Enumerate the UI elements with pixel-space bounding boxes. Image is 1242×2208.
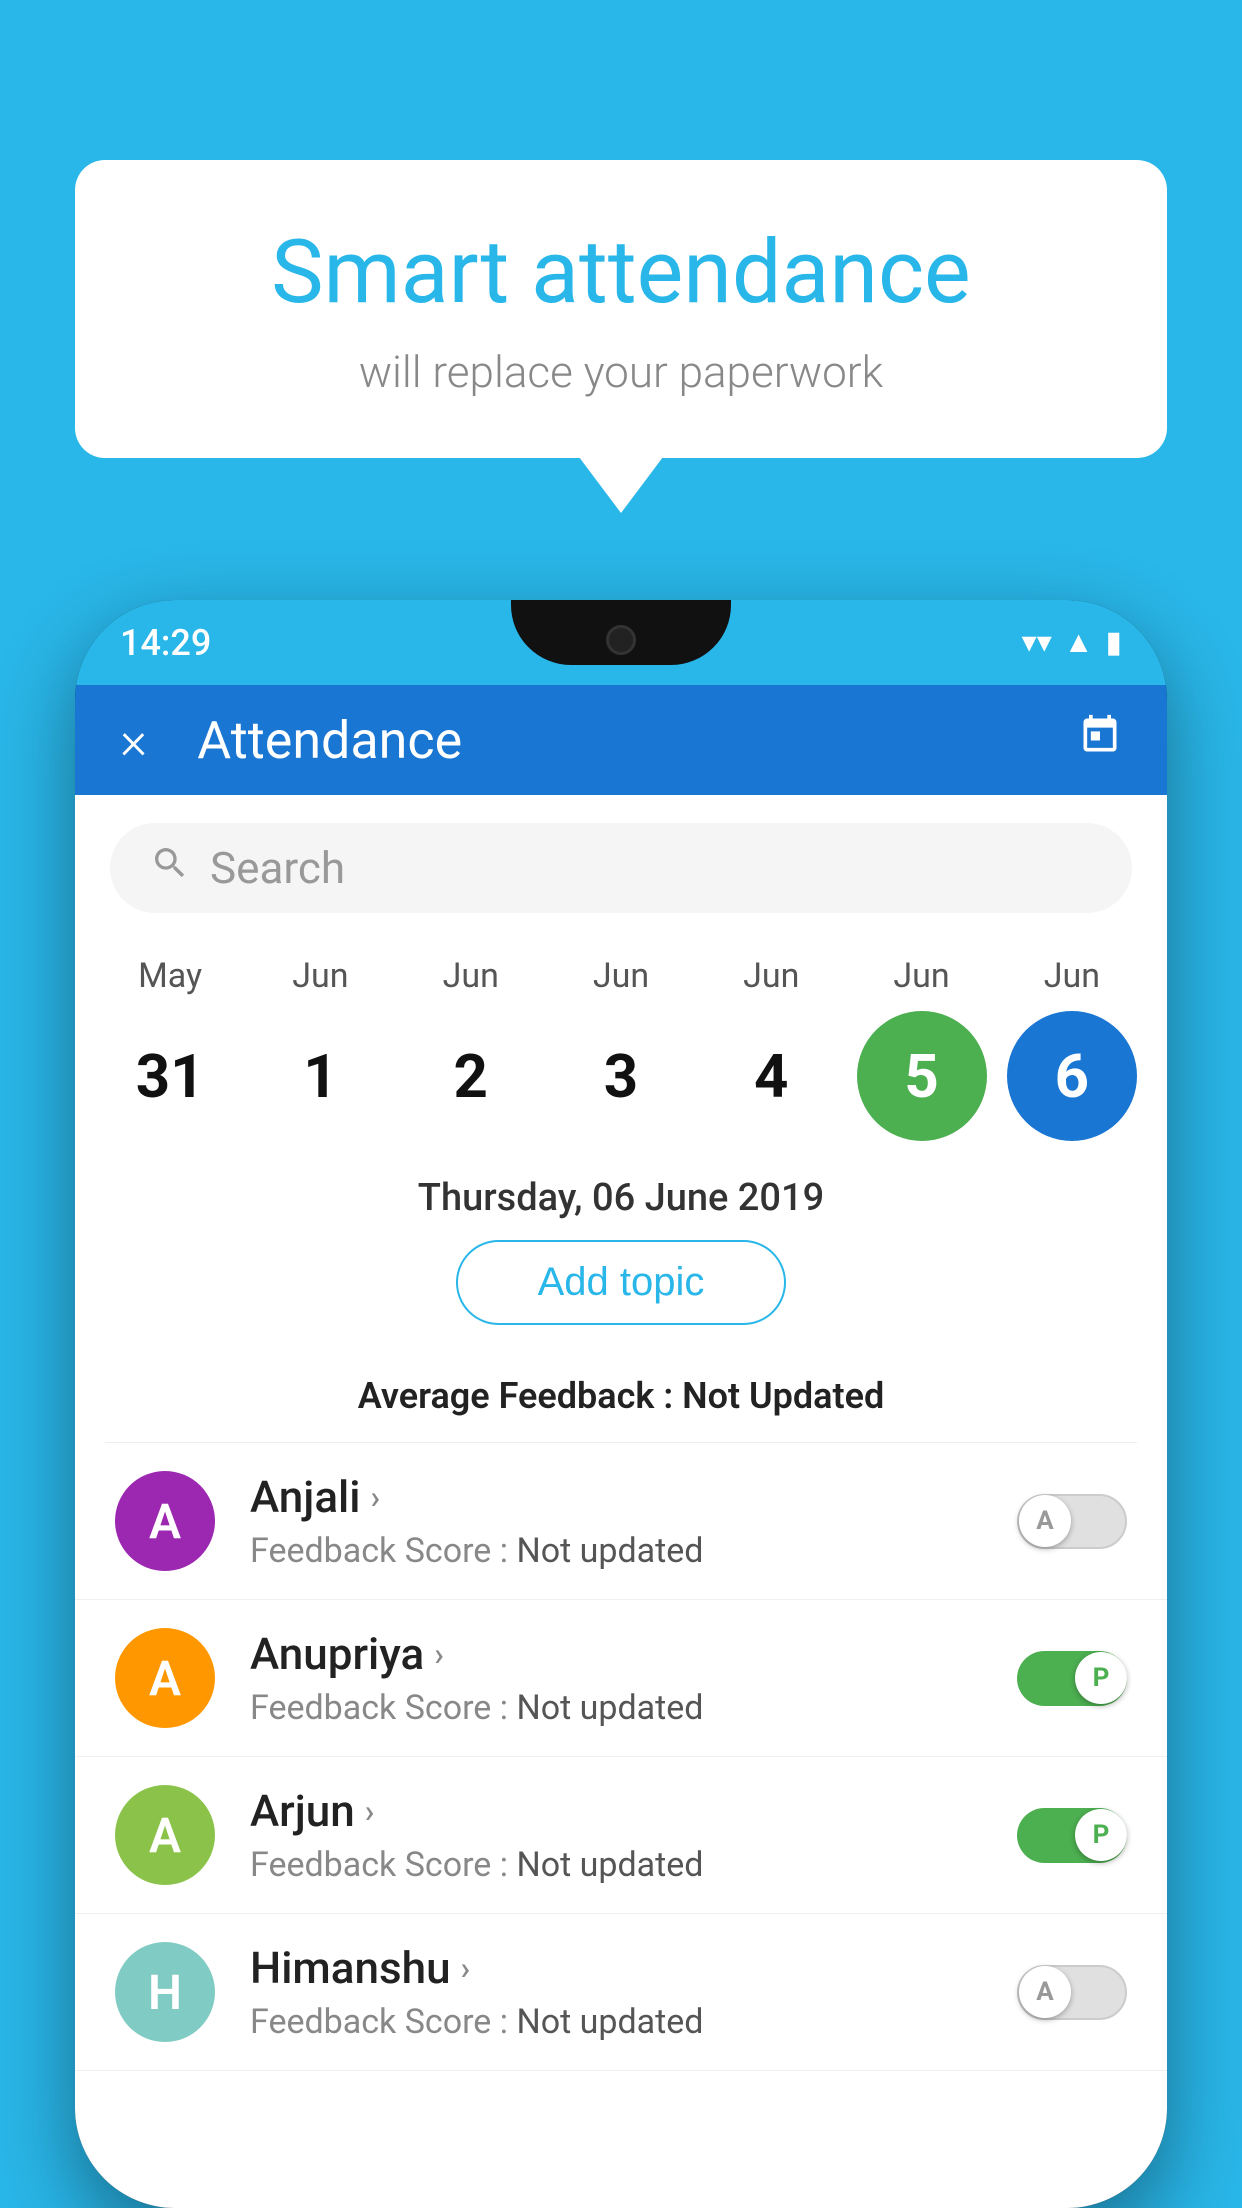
student-name-himanshu: Himanshu › bbox=[250, 1942, 1017, 1994]
toggle-wrapper-himanshu[interactable]: A bbox=[1017, 1965, 1127, 2020]
search-placeholder: Search bbox=[210, 842, 345, 894]
attendance-toggle-arjun[interactable]: P bbox=[1017, 1808, 1127, 1863]
month-jun-5: Jun bbox=[857, 956, 987, 996]
date-4[interactable]: 4 bbox=[706, 1011, 836, 1141]
month-jun-6: Jun bbox=[1007, 956, 1137, 996]
student-name-arjun: Arjun › bbox=[250, 1785, 1017, 1837]
student-feedback-himanshu: Feedback Score : Not updated bbox=[250, 2002, 1017, 2042]
date-2[interactable]: 2 bbox=[406, 1011, 536, 1141]
status-time: 14:29 bbox=[120, 622, 211, 664]
avg-feedback-label: Average Feedback : bbox=[358, 1375, 682, 1417]
toggle-knob-arjun: P bbox=[1075, 1809, 1127, 1861]
month-may: May bbox=[105, 956, 235, 996]
student-item-anupriya[interactable]: A Anupriya › Feedback Score : Not update… bbox=[75, 1600, 1167, 1757]
speech-bubble-container: Smart attendance will replace your paper… bbox=[75, 160, 1167, 458]
avatar-anupriya: A bbox=[115, 1628, 215, 1728]
phone-mockup: 14:29 ▾▾ ▲ ▮ × Attendance bbox=[75, 600, 1167, 2208]
bubble-subtitle: will replace your paperwork bbox=[155, 346, 1087, 398]
search-icon bbox=[150, 842, 190, 894]
header-title: Attendance bbox=[197, 710, 1078, 771]
chevron-arjun: › bbox=[365, 1792, 375, 1830]
month-jun-2: Jun bbox=[406, 956, 536, 996]
phone-wrapper: 14:29 ▾▾ ▲ ▮ × Attendance bbox=[75, 600, 1167, 2208]
avatar-himanshu: H bbox=[115, 1942, 215, 2042]
date-1[interactable]: 1 bbox=[255, 1011, 385, 1141]
student-item-himanshu[interactable]: H Himanshu › Feedback Score : Not update… bbox=[75, 1914, 1167, 2071]
toggle-knob-anupriya: P bbox=[1075, 1652, 1127, 1704]
student-feedback-arjun: Feedback Score : Not updated bbox=[250, 1845, 1017, 1885]
feedback-value-himanshu: Not updated bbox=[516, 2002, 703, 2042]
close-button[interactable]: × bbox=[120, 710, 147, 771]
student-item-arjun[interactable]: A Arjun › Feedback Score : Not updated P bbox=[75, 1757, 1167, 1914]
chevron-himanshu: › bbox=[461, 1949, 471, 1987]
student-list: A Anjali › Feedback Score : Not updated … bbox=[75, 1443, 1167, 2071]
student-info-anupriya: Anupriya › Feedback Score : Not updated bbox=[250, 1628, 1017, 1728]
student-item-anjali[interactable]: A Anjali › Feedback Score : Not updated … bbox=[75, 1443, 1167, 1600]
feedback-value-arjun: Not updated bbox=[516, 1845, 703, 1885]
toggle-wrapper-anjali[interactable]: A bbox=[1017, 1494, 1127, 1549]
date-5-today[interactable]: 5 bbox=[857, 1011, 987, 1141]
avg-feedback-value: Not Updated bbox=[682, 1375, 884, 1417]
attendance-toggle-himanshu[interactable]: A bbox=[1017, 1965, 1127, 2020]
toggle-wrapper-anupriya[interactable]: P bbox=[1017, 1651, 1127, 1706]
toggle-wrapper-arjun[interactable]: P bbox=[1017, 1808, 1127, 1863]
app-header: × Attendance bbox=[75, 685, 1167, 795]
student-info-arjun: Arjun › Feedback Score : Not updated bbox=[250, 1785, 1017, 1885]
student-info-himanshu: Himanshu › Feedback Score : Not updated bbox=[250, 1942, 1017, 2042]
attendance-toggle-anjali[interactable]: A bbox=[1017, 1494, 1127, 1549]
add-topic-button[interactable]: Add topic bbox=[456, 1240, 787, 1325]
status-bar: 14:29 ▾▾ ▲ ▮ bbox=[75, 600, 1167, 685]
battery-icon: ▮ bbox=[1105, 625, 1122, 660]
attendance-toggle-anupriya[interactable]: P bbox=[1017, 1651, 1127, 1706]
speech-bubble: Smart attendance will replace your paper… bbox=[75, 160, 1167, 458]
selected-date-display: Thursday, 06 June 2019 bbox=[75, 1166, 1167, 1240]
date-31[interactable]: 31 bbox=[105, 1011, 235, 1141]
signal-icon: ▲ bbox=[1064, 625, 1094, 660]
phone-notch bbox=[511, 600, 731, 665]
avg-feedback: Average Feedback : Not Updated bbox=[75, 1375, 1167, 1417]
student-name-anupriya: Anupriya › bbox=[250, 1628, 1017, 1680]
student-feedback-anjali: Feedback Score : Not updated bbox=[250, 1531, 1017, 1571]
feedback-value-anjali: Not updated bbox=[516, 1531, 703, 1571]
add-topic-container: Add topic bbox=[75, 1240, 1167, 1350]
camera-dot bbox=[606, 625, 636, 655]
bubble-title: Smart attendance bbox=[155, 220, 1087, 326]
calendar-months: May Jun Jun Jun Jun Jun Jun bbox=[75, 941, 1167, 1001]
phone-screen: Search May Jun Jun Jun Jun Jun Jun 31 1 … bbox=[75, 795, 1167, 2208]
student-name-anjali: Anjali › bbox=[250, 1471, 1017, 1523]
toggle-knob-anjali: A bbox=[1019, 1495, 1071, 1547]
calendar-icon[interactable] bbox=[1078, 713, 1122, 768]
toggle-knob-himanshu: A bbox=[1019, 1966, 1071, 2018]
search-bar[interactable]: Search bbox=[110, 823, 1132, 913]
status-icons: ▾▾ ▲ ▮ bbox=[1022, 625, 1122, 660]
feedback-value-anupriya: Not updated bbox=[516, 1688, 703, 1728]
month-jun-4: Jun bbox=[706, 956, 836, 996]
avatar-arjun: A bbox=[115, 1785, 215, 1885]
calendar-dates: 31 1 2 3 4 5 6 bbox=[75, 1001, 1167, 1166]
student-info-anjali: Anjali › Feedback Score : Not updated bbox=[250, 1471, 1017, 1571]
chevron-anjali: › bbox=[370, 1478, 380, 1516]
date-3[interactable]: 3 bbox=[556, 1011, 686, 1141]
month-jun-1: Jun bbox=[255, 956, 385, 996]
wifi-icon: ▾▾ bbox=[1022, 625, 1052, 660]
month-jun-3: Jun bbox=[556, 956, 686, 996]
date-6-selected[interactable]: 6 bbox=[1007, 1011, 1137, 1141]
chevron-anupriya: › bbox=[434, 1635, 444, 1673]
student-feedback-anupriya: Feedback Score : Not updated bbox=[250, 1688, 1017, 1728]
avatar-anjali: A bbox=[115, 1471, 215, 1571]
